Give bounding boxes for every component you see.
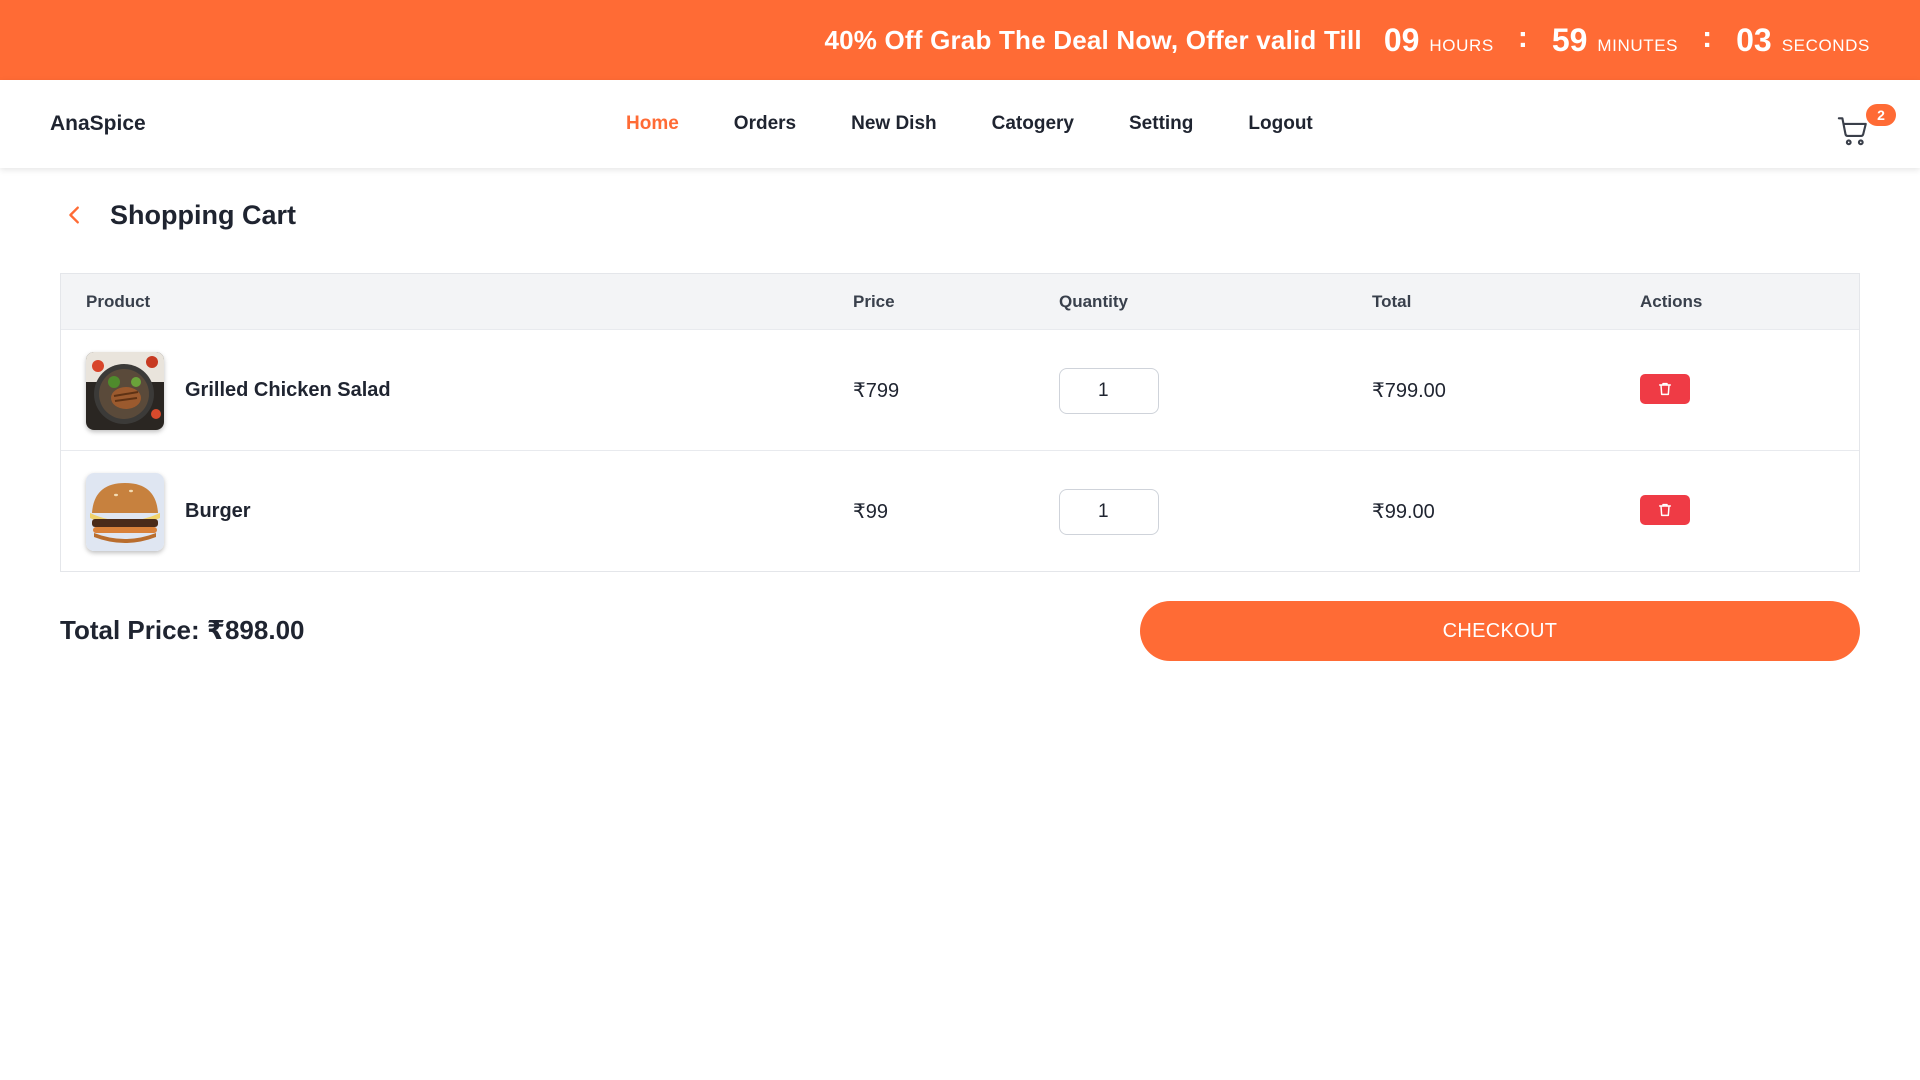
column-header-product: Product — [86, 291, 151, 311]
page-title: Shopping Cart — [110, 199, 296, 230]
nav-link-category[interactable]: Catogery — [992, 113, 1074, 135]
quantity-input[interactable] — [1059, 367, 1159, 414]
navbar: AnaSpice Home Orders New Dish Catogery S… — [0, 80, 1920, 168]
table-row: Grilled Chicken Salad ₹799 ₹799.00 — [61, 329, 1859, 450]
delete-item-button[interactable] — [1640, 495, 1690, 525]
column-header-actions: Actions — [1640, 291, 1703, 311]
countdown-seconds-label: SECONDS — [1781, 35, 1870, 55]
price-cell: ₹799 — [853, 380, 900, 402]
quantity-input[interactable] — [1059, 488, 1159, 535]
total-cell: ₹99.00 — [1372, 501, 1435, 523]
column-header-price: Price — [853, 291, 895, 311]
quantity-cell — [1059, 330, 1159, 451]
total-price: Total Price: ₹898.00 — [60, 614, 305, 645]
back-button[interactable] — [60, 200, 90, 230]
trash-icon — [1658, 503, 1672, 517]
nav-link-orders[interactable]: Orders — [734, 113, 796, 135]
product-image — [86, 472, 164, 551]
quantity-cell — [1059, 451, 1159, 572]
product-cell: Burger — [86, 451, 251, 572]
cart-button[interactable]: 2 — [1836, 104, 1896, 148]
product-cell: Grilled Chicken Salad — [86, 330, 391, 451]
nav-link-setting[interactable]: Setting — [1129, 113, 1193, 135]
actions-cell — [1640, 451, 1690, 572]
countdown-hours-label: HOURS — [1429, 35, 1494, 55]
nav-links: Home Orders New Dish Catogery Setting Lo… — [626, 80, 1368, 168]
countdown-hours: 09 HOURS — [1384, 22, 1494, 59]
table-header: Product Price Quantity Total Actions — [61, 274, 1859, 329]
brand-logo[interactable]: AnaSpice — [50, 80, 146, 168]
nav-link-logout[interactable]: Logout — [1248, 113, 1312, 135]
promo-banner: 40% Off Grab The Deal Now, Offer valid T… — [0, 0, 1920, 80]
product-name: Grilled Chicken Salad — [185, 379, 391, 401]
price-cell: ₹99 — [853, 501, 888, 523]
column-header-total: Total — [1372, 291, 1412, 311]
table-row: Burger ₹99 ₹99.00 — [61, 450, 1859, 571]
nav-link-home[interactable]: Home — [626, 113, 679, 135]
actions-cell — [1640, 330, 1690, 451]
nav-link-new-dish[interactable]: New Dish — [851, 113, 937, 135]
trash-icon — [1658, 382, 1672, 396]
total-cell: ₹799.00 — [1372, 380, 1446, 402]
cart-count-badge: 2 — [1866, 104, 1896, 126]
countdown-separator: : — [1517, 21, 1528, 54]
countdown-minutes-label: MINUTES — [1597, 35, 1679, 55]
cart-table: Product Price Quantity Total Actions Gri… — [60, 273, 1860, 572]
cart-icon — [1837, 117, 1867, 146]
countdown-seconds: 03 SECONDS — [1736, 22, 1870, 59]
page-header: Shopping Cart — [60, 195, 296, 235]
countdown-minutes-value: 59 — [1551, 21, 1588, 58]
countdown-hours-value: 09 — [1383, 21, 1420, 58]
product-image — [86, 351, 164, 430]
column-header-quantity: Quantity — [1059, 291, 1128, 311]
countdown-separator: : — [1702, 21, 1713, 54]
promo-text: 40% Off Grab The Deal Now, Offer valid T… — [824, 24, 1362, 55]
delete-item-button[interactable] — [1640, 374, 1690, 404]
countdown-seconds-value: 03 — [1736, 21, 1772, 58]
product-name: Burger — [185, 500, 251, 522]
checkout-button[interactable]: CHECKOUT — [1140, 601, 1860, 661]
chevron-left-icon — [69, 206, 79, 224]
countdown-minutes: 59 MINUTES — [1552, 22, 1678, 59]
